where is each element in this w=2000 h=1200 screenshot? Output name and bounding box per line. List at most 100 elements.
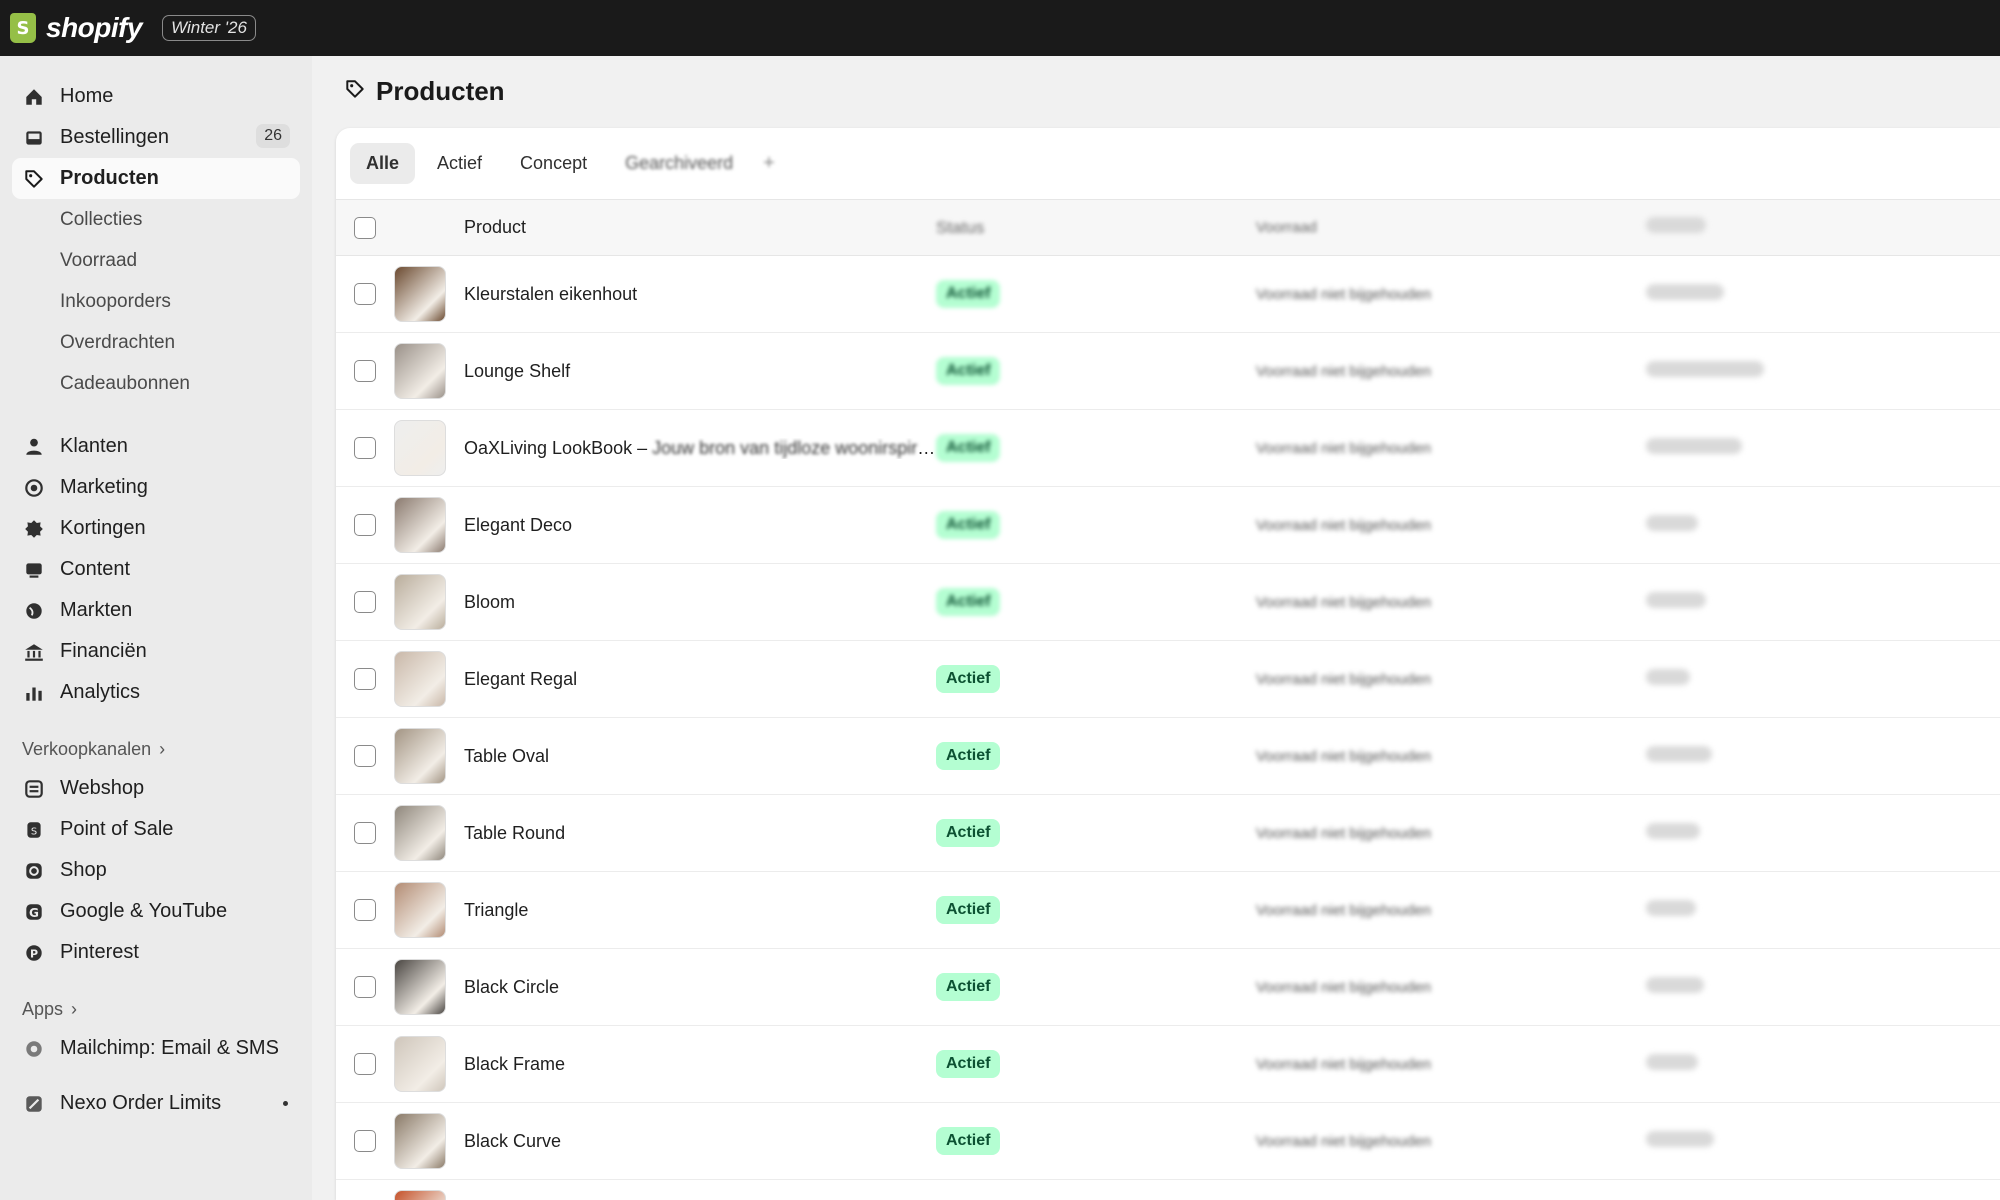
sidebar-item-nexo-order-limits[interactable]: Nexo Order Limits <box>12 1083 300 1124</box>
tag-icon <box>22 167 46 191</box>
table-row[interactable]: GlowActiefVoorraad niet bijgehouden <box>336 1180 2000 1200</box>
product-name[interactable]: Table Round <box>456 823 936 844</box>
table-row[interactable]: Elegant Deco Actief Voorraad niet bijgehou… <box>336 487 2000 564</box>
product-thumbnail[interactable] <box>394 1036 446 1092</box>
product-thumbnail[interactable] <box>394 805 446 861</box>
sidebar-subitem-cadeaubonnen[interactable]: Cadeaubonnen <box>12 363 300 404</box>
sidebar-item-google-youtube[interactable]: G Google & YouTube <box>12 891 300 932</box>
product-name[interactable]: Bloom <box>456 592 936 613</box>
product-thumbnail[interactable] <box>394 728 446 784</box>
table-row[interactable]: Bloom Actief Voorraad niet bijgehouden <box>336 564 2000 641</box>
sidebar-item-kortingen[interactable]: Kortingen <box>12 508 300 549</box>
tab-actief[interactable]: Actief <box>421 143 498 184</box>
row-checkbox[interactable] <box>354 822 376 844</box>
sidebar-item-analytics[interactable]: Analytics <box>12 672 300 713</box>
product-thumbnail[interactable] <box>394 420 446 476</box>
discount-icon <box>22 517 46 541</box>
row-checkbox[interactable] <box>354 591 376 613</box>
table-row[interactable]: Black Curve Actief Voorraad niet bijgehoud… <box>336 1103 2000 1180</box>
sidebar-item-shop[interactable]: Shop <box>12 850 300 891</box>
column-inventory[interactable]: Voorraad <box>1256 219 1646 236</box>
row-checkbox[interactable] <box>354 1053 376 1075</box>
globe-icon <box>22 599 46 623</box>
product-name[interactable]: Kleurstalen eikenhout <box>456 284 936 305</box>
table-row[interactable]: Table Oval Actief Voorraad niet bijgehoude… <box>336 718 2000 795</box>
sidebar-item-content[interactable]: Content <box>12 549 300 590</box>
sidebar-item-financi-n[interactable]: Financiën <box>12 631 300 672</box>
product-name[interactable]: Table Oval <box>456 746 936 767</box>
product-name[interactable]: Elegant Regal <box>456 669 936 690</box>
product-thumbnail[interactable] <box>394 882 446 938</box>
table-row[interactable]: Elegant Regal Actief Voorraad niet bijgeho… <box>336 641 2000 718</box>
row-checkbox[interactable] <box>354 668 376 690</box>
product-name[interactable]: Black Circle <box>456 977 936 998</box>
table-row[interactable]: Table Round Actief Voorraad niet bijgehoud… <box>336 795 2000 872</box>
product-name[interactable]: Lounge Shelf <box>456 361 936 382</box>
product-thumbnail[interactable] <box>394 343 446 399</box>
sidebar-item-label: Bestellingen <box>60 126 169 148</box>
row-checkbox[interactable] <box>354 514 376 536</box>
tab-gearchiveerd[interactable]: Gearchiveerd <box>609 143 749 184</box>
sidebar-subitem-inkooporders[interactable]: Inkooporders <box>12 281 300 322</box>
chevron-right-icon: › <box>159 739 166 759</box>
sidebar-item-label: Nexo Order Limits <box>60 1092 222 1114</box>
edition-badge[interactable]: Winter '26 <box>162 15 256 41</box>
product-name[interactable]: Black Curve <box>456 1131 936 1152</box>
table-row[interactable]: OaXLiving LookBook – Jouw bron van tijdl… <box>336 410 2000 487</box>
product-thumbnail[interactable] <box>394 651 446 707</box>
shopify-bag-icon[interactable]: S <box>10 13 36 43</box>
table-row[interactable]: Lounge Shelf Actief Voorraad niet bijgehou… <box>336 333 2000 410</box>
sidebar-item-point-of-sale[interactable]: S Point of Sale <box>12 809 300 850</box>
shopify-logo-text[interactable]: shopify <box>46 12 143 44</box>
target-icon <box>22 476 46 500</box>
sidebar-item-label: Marketing <box>60 476 148 498</box>
table-row[interactable]: Triangle Actief Voorraad niet bijgehouden <box>336 872 2000 949</box>
products-card: Alle Actief Concept Gearchiveerd + Product S… <box>336 128 2000 1200</box>
sidebar-item-pinterest[interactable]: P Pinterest <box>12 932 300 973</box>
product-thumbnail[interactable] <box>394 497 446 553</box>
category-placeholder <box>1646 514 1698 531</box>
sidebar-item-producten[interactable]: Producten <box>12 158 300 199</box>
row-checkbox[interactable] <box>354 1130 376 1152</box>
sidebar-subitem-collecties[interactable]: Collecties <box>12 199 300 240</box>
sidebar-item-home[interactable]: Home <box>12 76 300 117</box>
product-thumbnail[interactable] <box>394 574 446 630</box>
add-view-button[interactable]: + <box>755 152 783 175</box>
sidebar-item-markten[interactable]: Markten <box>12 590 300 631</box>
product-thumbnail[interactable] <box>394 959 446 1015</box>
row-checkbox[interactable] <box>354 745 376 767</box>
row-checkbox[interactable] <box>354 360 376 382</box>
product-name[interactable]: Black Frame <box>456 1054 936 1075</box>
home-icon <box>22 85 46 109</box>
sidebar-item-mailchimp-email-sms[interactable]: Mailchimp: Email & SMS <box>12 1028 300 1069</box>
tab-alle[interactable]: Alle <box>350 143 416 184</box>
tab-concept[interactable]: Concept <box>504 143 603 184</box>
product-thumbnail[interactable] <box>394 1113 446 1169</box>
row-checkbox[interactable] <box>354 283 376 305</box>
row-checkbox[interactable] <box>354 976 376 998</box>
sidebar-item-klanten[interactable]: Klanten <box>12 426 300 467</box>
sidebar-item-label: Financiën <box>60 640 147 662</box>
sidebar-subitem-voorraad[interactable]: Voorraad <box>12 240 300 281</box>
column-status[interactable]: Status <box>936 218 1256 238</box>
sidebar-item-marketing[interactable]: Marketing <box>12 467 300 508</box>
filter-tabs: Alle Actief Concept Gearchiveerd + <box>336 128 2000 200</box>
product-name[interactable]: Elegant Deco <box>456 515 936 536</box>
column-product[interactable]: Product <box>456 217 936 238</box>
table-row[interactable]: Black Frame Actief Voorraad niet bijgehoud… <box>336 1026 2000 1103</box>
sidebar-item-bestellingen[interactable]: Bestellingen 26 <box>12 117 300 158</box>
row-checkbox[interactable] <box>354 437 376 459</box>
table-row[interactable]: Kleurstalen eikenhout Actief Voorraad niet… <box>336 256 2000 333</box>
select-all-checkbox[interactable] <box>354 216 376 239</box>
apps-heading[interactable]: Apps › <box>12 973 300 1028</box>
sidebar-item-webshop[interactable]: Webshop <box>12 768 300 809</box>
product-thumbnail[interactable] <box>394 266 446 322</box>
category-placeholder <box>1646 899 1696 916</box>
row-checkbox[interactable] <box>354 899 376 921</box>
product-name[interactable]: OaXLiving LookBook – Jouw bron van tijdl… <box>456 438 936 459</box>
product-thumbnail[interactable] <box>394 1190 446 1200</box>
sales-channels-heading[interactable]: Verkoopkanalen › <box>12 713 300 768</box>
product-name[interactable]: Triangle <box>456 900 936 921</box>
table-row[interactable]: Black Circle Actief Voorraad niet bijgehou… <box>336 949 2000 1026</box>
sidebar-subitem-overdrachten[interactable]: Overdrachten <box>12 322 300 363</box>
